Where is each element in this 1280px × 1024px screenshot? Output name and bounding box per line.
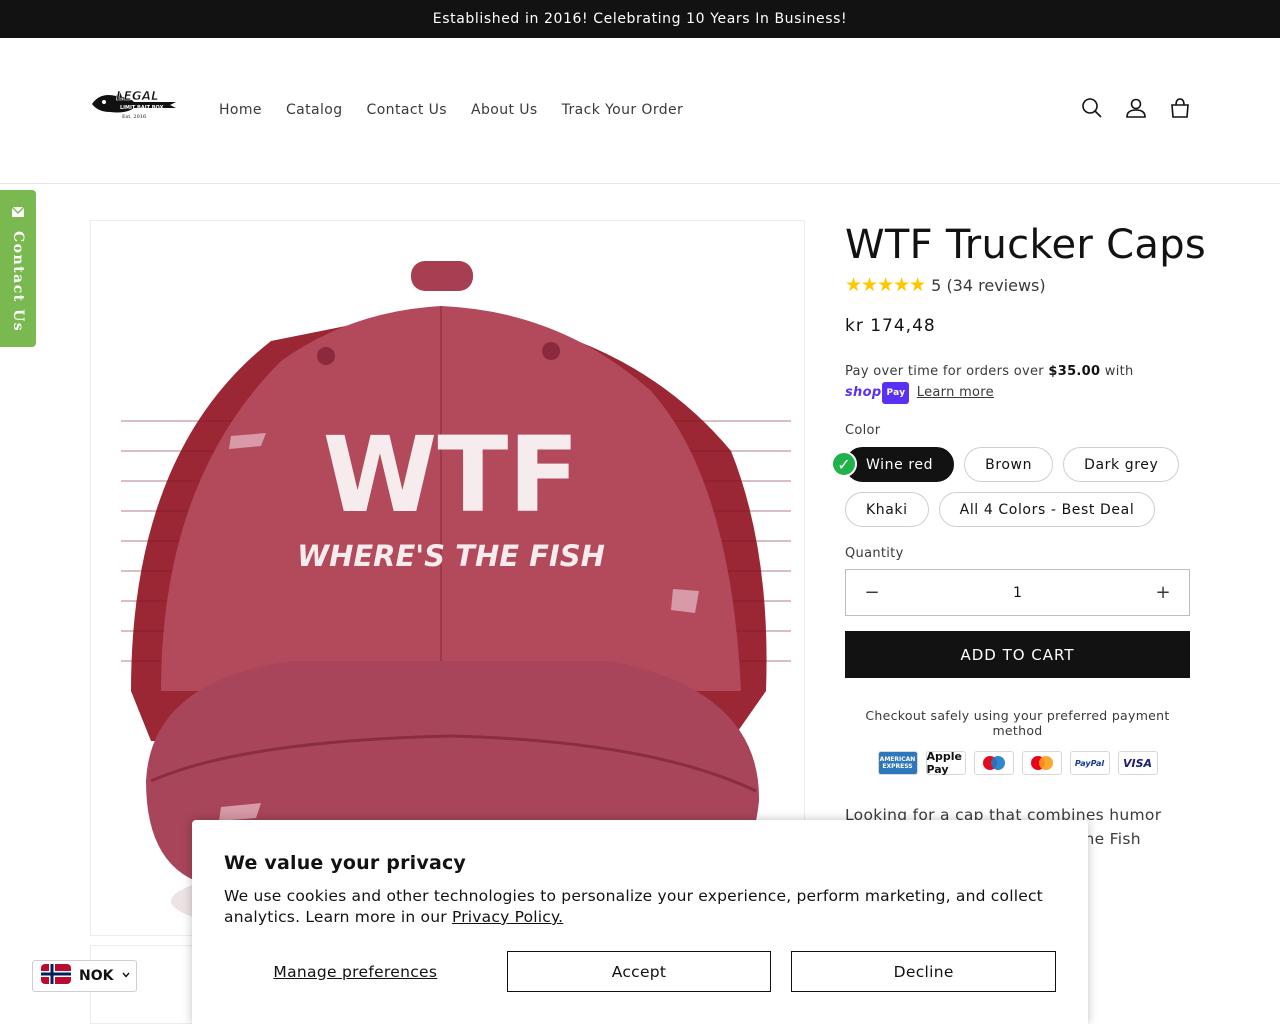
color-option-dark-grey[interactable]: Dark grey xyxy=(1063,447,1180,482)
color-option-all-four[interactable]: All 4 Colors - Best Deal xyxy=(938,492,1156,527)
norway-flag-icon xyxy=(41,964,71,988)
payment-icons: AMERICAN EXPRESS Apple Pay PayPal VISA xyxy=(845,750,1190,776)
logo-est: Est. 2016 xyxy=(122,114,146,120)
currency-selector[interactable]: NOK xyxy=(32,960,137,992)
maestro-icon xyxy=(973,751,1014,775)
search-icon[interactable] xyxy=(1080,96,1104,120)
cookie-actions: Manage preferences Accept Decline xyxy=(224,951,1057,992)
cap-print-main: WTF xyxy=(323,414,580,536)
increase-quantity-button[interactable]: + xyxy=(1153,582,1173,603)
shoppay-suffix: with xyxy=(1104,364,1134,379)
cap-print-sub: WHERE'S THE FISH xyxy=(297,539,605,573)
accept-button[interactable]: Accept xyxy=(506,951,772,992)
shoppay-installments: Pay over time for orders over $35.00 wit… xyxy=(845,362,1190,404)
color-label: Color xyxy=(845,423,881,438)
product-rating[interactable]: ★★★★★ 5 (34 reviews) xyxy=(845,274,1190,296)
learn-more-link[interactable]: Learn more xyxy=(917,385,994,400)
shoppay-amount: $35.00 xyxy=(1048,364,1101,379)
store-logo[interactable]: LEGAL LIMIT BAIT BOX Est. 2016 xyxy=(90,88,180,122)
cookie-banner: We value your privacy We use cookies and… xyxy=(192,820,1088,1024)
shoppay-logo-pay: Pay xyxy=(882,382,910,404)
mastercard-icon xyxy=(1021,751,1062,775)
header-icons xyxy=(1080,96,1192,120)
cookie-body-text: We use cookies and other technologies to… xyxy=(224,887,1043,926)
decrease-quantity-button[interactable]: − xyxy=(862,582,882,603)
color-options: ✓ Wine red Brown Dark grey Khaki All 4 C… xyxy=(831,447,1205,527)
product-title: WTF Trucker Caps xyxy=(845,222,1207,268)
contact-tab-label: Contact Us xyxy=(10,231,26,333)
add-to-cart-button[interactable]: ADD TO CART xyxy=(845,631,1190,678)
star-rating-icon: ★★★★★ xyxy=(845,274,926,296)
manage-preferences-button[interactable]: Manage preferences xyxy=(224,951,487,992)
decline-button[interactable]: Decline xyxy=(791,951,1057,992)
announcement-bar: Established in 2016! Celebrating 10 Year… xyxy=(0,0,1280,38)
site-header: LEGAL LIMIT BAIT BOX Est. 2016 Home Cata… xyxy=(0,38,1280,184)
cookie-body: We use cookies and other technologies to… xyxy=(224,886,1056,928)
quantity-label: Quantity xyxy=(845,546,904,561)
nav-catalog[interactable]: Catalog xyxy=(274,98,355,122)
product-price: kr 174,48 xyxy=(845,316,936,336)
amex-icon: AMERICAN EXPRESS xyxy=(877,751,918,775)
chevron-down-icon xyxy=(121,968,131,984)
quantity-input[interactable]: 1 xyxy=(1013,585,1022,601)
cart-icon[interactable] xyxy=(1168,96,1192,120)
quantity-stepper: − 1 + xyxy=(845,569,1190,616)
selected-check-icon: ✓ xyxy=(831,451,857,477)
shoppay-logo: shop xyxy=(845,385,882,400)
privacy-policy-link[interactable]: Privacy Policy. xyxy=(452,908,563,926)
mail-icon xyxy=(11,204,25,223)
main-nav: Home Catalog Contact Us About Us Track Y… xyxy=(207,98,695,122)
color-option-khaki[interactable]: Khaki xyxy=(845,492,929,527)
logo-word: LEGAL xyxy=(116,89,159,103)
checkout-text: Checkout safely using your preferred pay… xyxy=(865,708,1170,738)
currency-code: NOK xyxy=(79,968,114,984)
shoppay-prefix: Pay over time for orders over xyxy=(845,364,1044,379)
apple-pay-icon: Apple Pay xyxy=(925,750,966,776)
color-option-wine-red[interactable]: Wine red xyxy=(845,447,955,482)
account-icon[interactable] xyxy=(1124,96,1148,120)
nav-about-us[interactable]: About Us xyxy=(459,98,550,122)
announcement-text: Established in 2016! Celebrating 10 Year… xyxy=(432,11,848,27)
rating-text: 5 (34 reviews) xyxy=(931,275,1046,295)
visa-icon: VISA xyxy=(1117,751,1158,775)
nav-track-order[interactable]: Track Your Order xyxy=(550,98,696,122)
product-info: WTF Trucker Caps ★★★★★ 5 (34 reviews) kr… xyxy=(831,222,1207,875)
paypal-icon: PayPal xyxy=(1069,751,1110,775)
contact-us-tab[interactable]: Contact Us xyxy=(0,190,36,347)
color-option-brown[interactable]: Brown xyxy=(964,447,1054,482)
cookie-title: We value your privacy xyxy=(224,852,467,874)
nav-home[interactable]: Home xyxy=(207,98,274,122)
nav-contact-us[interactable]: Contact Us xyxy=(355,98,459,122)
logo-sub: LIMIT BAIT BOX xyxy=(120,105,164,111)
